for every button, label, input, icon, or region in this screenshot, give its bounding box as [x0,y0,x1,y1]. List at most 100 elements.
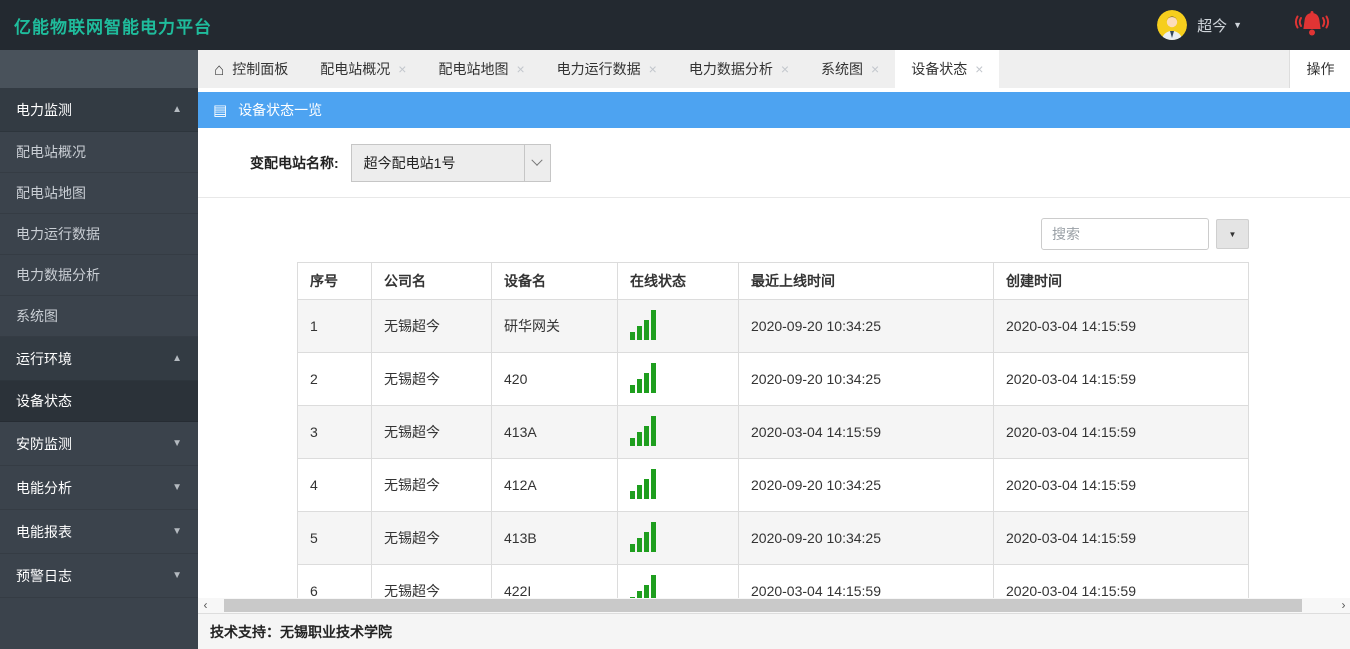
cell-index: 1 [298,300,372,353]
tab-label: 设备状态 [911,59,967,79]
cell-last-online: 2020-09-20 10:34:25 [739,512,994,565]
sidebar-item-9[interactable]: 电能分析▼ [0,466,198,510]
sidebar-item-0[interactable]: 电力监测 ▲ [0,88,198,132]
cell-device: 413B [492,512,618,565]
scrollbar-track[interactable] [213,598,1336,613]
sidebar-item-label: 电能报表 [16,522,72,542]
sidebar-item-label: 安防监测 [16,434,72,454]
cell-device: 412A [492,459,618,512]
signal-bars-icon [630,575,656,599]
chevron-down-icon: ▼ [172,438,182,449]
avatar-person-icon [1157,10,1187,40]
signal-bars-icon [630,522,656,552]
sidebar-item-3[interactable]: 电力运行数据 [0,214,198,255]
signal-bar [630,385,635,393]
notification-bell-icon[interactable] [1294,10,1330,40]
filter-row: 变配电站名称: 超今配电站1号 [198,128,1350,198]
cell-index: 4 [298,459,372,512]
cell-last-online: 2020-03-04 14:15:59 [739,565,994,599]
cell-device: 413A [492,406,618,459]
station-select[interactable]: 超今配电站1号 [351,144,551,182]
tab-0[interactable]: ⌂控制面板 [198,50,304,88]
tab-2[interactable]: 配电站地图 × [422,50,540,88]
tabbar: ⌂控制面板配电站概况× 配电站地图 × 电力运行数据 × 电力数据分析 × 系统图 × 设备状态 ×… [198,50,1350,88]
footer: 技术支持：无锡职业技术学院 [198,613,1350,649]
footer-text: 技术支持：无锡职业技术学院 [210,622,392,642]
cell-index: 6 [298,565,372,599]
tab-3[interactable]: 电力运行数据 × [541,50,673,88]
user-menu[interactable]: 超今 ▼ [1197,15,1242,36]
column-header-company: 公司名 [372,263,492,300]
signal-bar [630,544,635,552]
device-status-table: 序号公司名设备名在线状态最近上线时间创建时间 1无锡超今研华网关2020-09-… [297,262,1249,598]
chevron-up-icon: ▲ [172,104,182,115]
scroll-left-icon[interactable]: ‹ [198,598,213,613]
signal-bar [644,532,649,552]
column-header-status: 在线状态 [618,263,739,300]
sidebar-item-label: 电力数据分析 [16,265,100,285]
tab-4[interactable]: 电力数据分析 × [673,50,805,88]
action-button[interactable]: 操作 [1289,50,1350,88]
cell-created: 2020-03-04 14:15:59 [994,353,1249,406]
cell-index: 3 [298,406,372,459]
signal-bar [637,485,642,499]
scroll-right-icon[interactable]: › [1336,598,1350,613]
signal-bar [644,585,649,599]
sidebar-item-label: 电能分析 [16,478,72,498]
cell-last-online: 2020-09-20 10:34:25 [739,459,994,512]
sidebar-item-2[interactable]: 配电站地图 [0,173,198,214]
table-row: 2无锡超今4202020-09-20 10:34:252020-03-04 14… [298,353,1249,406]
search-row: ▼ [297,218,1249,250]
panel-title: 设备状态一览 [238,100,322,120]
search-input[interactable] [1041,218,1209,250]
tab-label: 配电站地图 [438,59,508,79]
signal-bars-icon [630,363,656,393]
table-row: 5无锡超今413B2020-09-20 10:34:252020-03-04 1… [298,512,1249,565]
tab-label: 系统图 [821,59,863,79]
horizontal-scrollbar[interactable]: ‹ › [198,598,1350,613]
main-area: ⌂控制面板配电站概况× 配电站地图 × 电力运行数据 × 电力数据分析 × 系统图 × 设备状态 ×… [198,50,1350,649]
sidebar-item-10[interactable]: 电能报表▼ [0,510,198,554]
cell-status [618,565,739,599]
tab-1[interactable]: 配电站概况× [304,50,422,88]
sidebar-item-5[interactable]: 系统图 [0,296,198,337]
sidebar-item-label: 电力监测 [16,100,72,120]
sidebar-item-7[interactable]: 设备状态 [0,381,198,422]
username-label: 超今 [1197,15,1227,36]
tab-label: 控制面板 [232,59,288,79]
cell-index: 2 [298,353,372,406]
close-icon[interactable]: × [398,61,406,77]
cell-company: 无锡超今 [372,565,492,599]
sidebar: 电力监测▲配电站概况配电站地图电力运行数据电力数据分析系统图运行环境▲设备状态安… [0,50,198,649]
sidebar-item-6[interactable]: 运行环境▲ [0,337,198,381]
tab-6[interactable]: 设备状态 × [895,50,999,88]
search-options-button[interactable]: ▼ [1216,219,1249,249]
signal-bar [651,416,656,446]
sidebar-item-8[interactable]: 安防监测 ▼ [0,422,198,466]
signal-bar [644,479,649,499]
cell-last-online: 2020-09-20 10:34:25 [739,353,994,406]
cell-created: 2020-03-04 14:15:59 [994,459,1249,512]
sidebar-item-4[interactable]: 电力数据分析 [0,255,198,296]
sidebar-item-1[interactable]: 配电站概况 [0,132,198,173]
tab-strip: ⌂控制面板配电站概况× 配电站地图 × 电力运行数据 × 电力数据分析 × 系统图 × 设备状态 × [198,50,999,88]
sidebar-item-11[interactable]: 预警日志▼ [0,554,198,598]
table-row: 3无锡超今413A2020-03-04 14:15:592020-03-04 1… [298,406,1249,459]
close-icon[interactable]: × [975,61,983,77]
close-icon[interactable]: × [781,61,789,77]
scrollbar-thumb[interactable] [224,599,1302,612]
sidebar-item-label: 电力运行数据 [16,224,100,244]
station-select-label: 变配电站名称: [250,153,339,173]
sidebar-item-label: 系统图 [16,306,58,326]
tab-5[interactable]: 系统图 × [805,50,895,88]
tab-label: 电力运行数据 [557,59,641,79]
close-icon[interactable]: × [649,61,657,77]
content: ▤ 设备状态一览 变配电站名称: 超今配电站1号 ▼ [198,88,1350,598]
close-icon[interactable]: × [871,61,879,77]
tab-label: 电力数据分析 [689,59,773,79]
close-icon[interactable]: × [516,61,524,77]
signal-bar [644,426,649,446]
signal-bar [651,363,656,393]
user-avatar[interactable] [1157,10,1187,40]
signal-bar [651,575,656,599]
